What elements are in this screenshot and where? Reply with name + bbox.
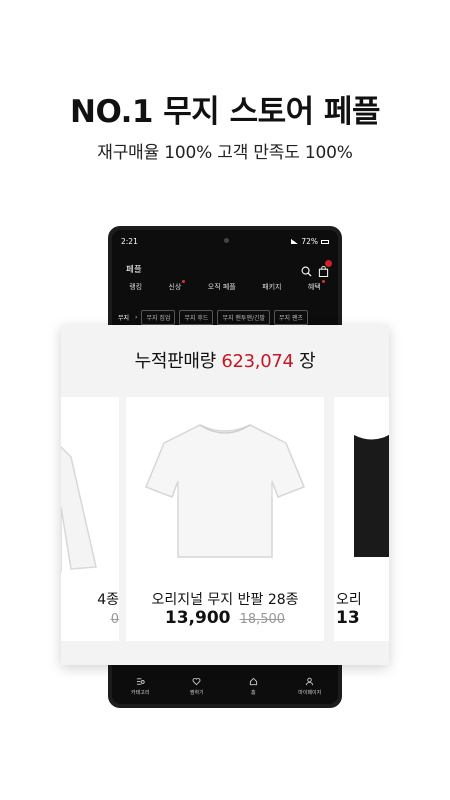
- product-original-price: 18,500: [239, 612, 286, 627]
- heart-icon: [192, 677, 201, 685]
- category-row: 무지 › 무지 집업 무지 후드 무지 맨투맨/긴팔 무지 팬츠: [112, 307, 338, 327]
- new-dot-icon: [182, 280, 186, 283]
- status-indicators: 72%: [291, 237, 329, 246]
- home-icon: [249, 677, 257, 685]
- product-card[interactable]: 4종 0: [61, 397, 119, 641]
- new-dot-icon: [321, 280, 325, 283]
- tab-package[interactable]: 패키지: [262, 282, 281, 302]
- tab-only-pepple[interactable]: 오직 페플: [208, 282, 236, 302]
- battery-level: 72%: [301, 237, 318, 246]
- app-title[interactable]: 페플: [126, 263, 142, 275]
- bottom-nav-category[interactable]: 카테고리: [125, 677, 155, 696]
- sales-label: 누적판매량: [134, 351, 217, 372]
- product-sale-price: 13: [336, 608, 360, 628]
- bottom-nav-wishlist[interactable]: 찜하기: [182, 677, 212, 696]
- bottom-nav-home[interactable]: 홈: [238, 677, 268, 696]
- subline: 재구매율 100% 고객 만족도 100%: [97, 143, 353, 163]
- category-current[interactable]: 무지: [118, 313, 129, 322]
- product-name: 오리: [336, 592, 362, 608]
- product-image-white-sweatshirt: [61, 397, 119, 575]
- tab-label: 신상: [168, 283, 182, 291]
- status-time: 2:21: [121, 237, 138, 246]
- product-image-black-tshirt: [334, 397, 389, 575]
- sales-highlight-card: 누적판매량 623,074 장 4종 0 오리지널 무지 반팔 28종 13,9…: [61, 325, 389, 665]
- cart-badge: [325, 260, 332, 267]
- product-name: 오리지널 무지 반팔 28종: [151, 592, 299, 608]
- bottom-nav-label: 찜하기: [189, 689, 204, 696]
- bottom-nav-label: 마이페이지: [298, 689, 322, 696]
- tab-label: 혜택: [307, 283, 321, 291]
- product-price: 13,900 18,500: [126, 608, 324, 628]
- product-original-price: 0: [110, 612, 119, 627]
- product-image-white-tshirt: [126, 397, 324, 575]
- camera-icon: [224, 238, 229, 243]
- sales-rolling-digit: 4: [282, 351, 294, 372]
- sales-value: 623,074: [221, 351, 294, 372]
- product-sale-price: 13,900: [164, 608, 231, 628]
- tab-benefit[interactable]: 혜택: [307, 280, 325, 302]
- user-icon: [306, 677, 314, 685]
- tab-new[interactable]: 신상: [168, 280, 186, 302]
- product-name: 4종: [97, 592, 119, 608]
- signal-icon: [291, 239, 299, 244]
- app-header: 페플: [112, 254, 338, 280]
- chip-zip-up[interactable]: 무지 집업: [141, 309, 176, 325]
- tab-ranking[interactable]: 랭킹: [129, 282, 142, 302]
- tab-label: 패키지: [262, 283, 282, 291]
- headline: NO.1 무지 스토어 페플: [70, 94, 380, 130]
- bottom-nav-label: 카테고리: [131, 689, 150, 696]
- chip-sweatshirt[interactable]: 무지 맨투맨/긴팔: [217, 309, 271, 325]
- app-nav-tabs: 랭킹 신상 오직 페플 패키지 혜택: [112, 280, 338, 302]
- product-price: 0: [61, 608, 119, 627]
- bottom-nav-mypage[interactable]: 마이페이지: [295, 677, 325, 696]
- status-bar: 2:21 72%: [112, 230, 338, 250]
- product-card[interactable]: 오리 13: [334, 397, 389, 641]
- battery-icon: [321, 239, 329, 244]
- search-icon[interactable]: [301, 262, 312, 281]
- chip-pants[interactable]: 무지 팬츠: [274, 309, 309, 325]
- sales-number: 623,07: [221, 351, 283, 372]
- product-price: 13: [334, 608, 389, 628]
- category-icon: [136, 677, 145, 685]
- chip-hood[interactable]: 무지 후드: [179, 309, 214, 325]
- cumulative-sales: 누적판매량 623,074 장: [61, 347, 389, 373]
- chevron-right-icon: ›: [135, 313, 138, 321]
- product-card[interactable]: 오리지널 무지 반팔 28종 13,900 18,500: [126, 397, 324, 641]
- bottom-nav: 카테고리 찜하기 홈 마이페이지: [112, 668, 338, 704]
- sales-unit: 장: [299, 351, 316, 372]
- tab-label: 랭킹: [129, 283, 143, 291]
- bottom-nav-label: 홈: [250, 689, 256, 696]
- tab-label: 오직 페플: [207, 283, 236, 291]
